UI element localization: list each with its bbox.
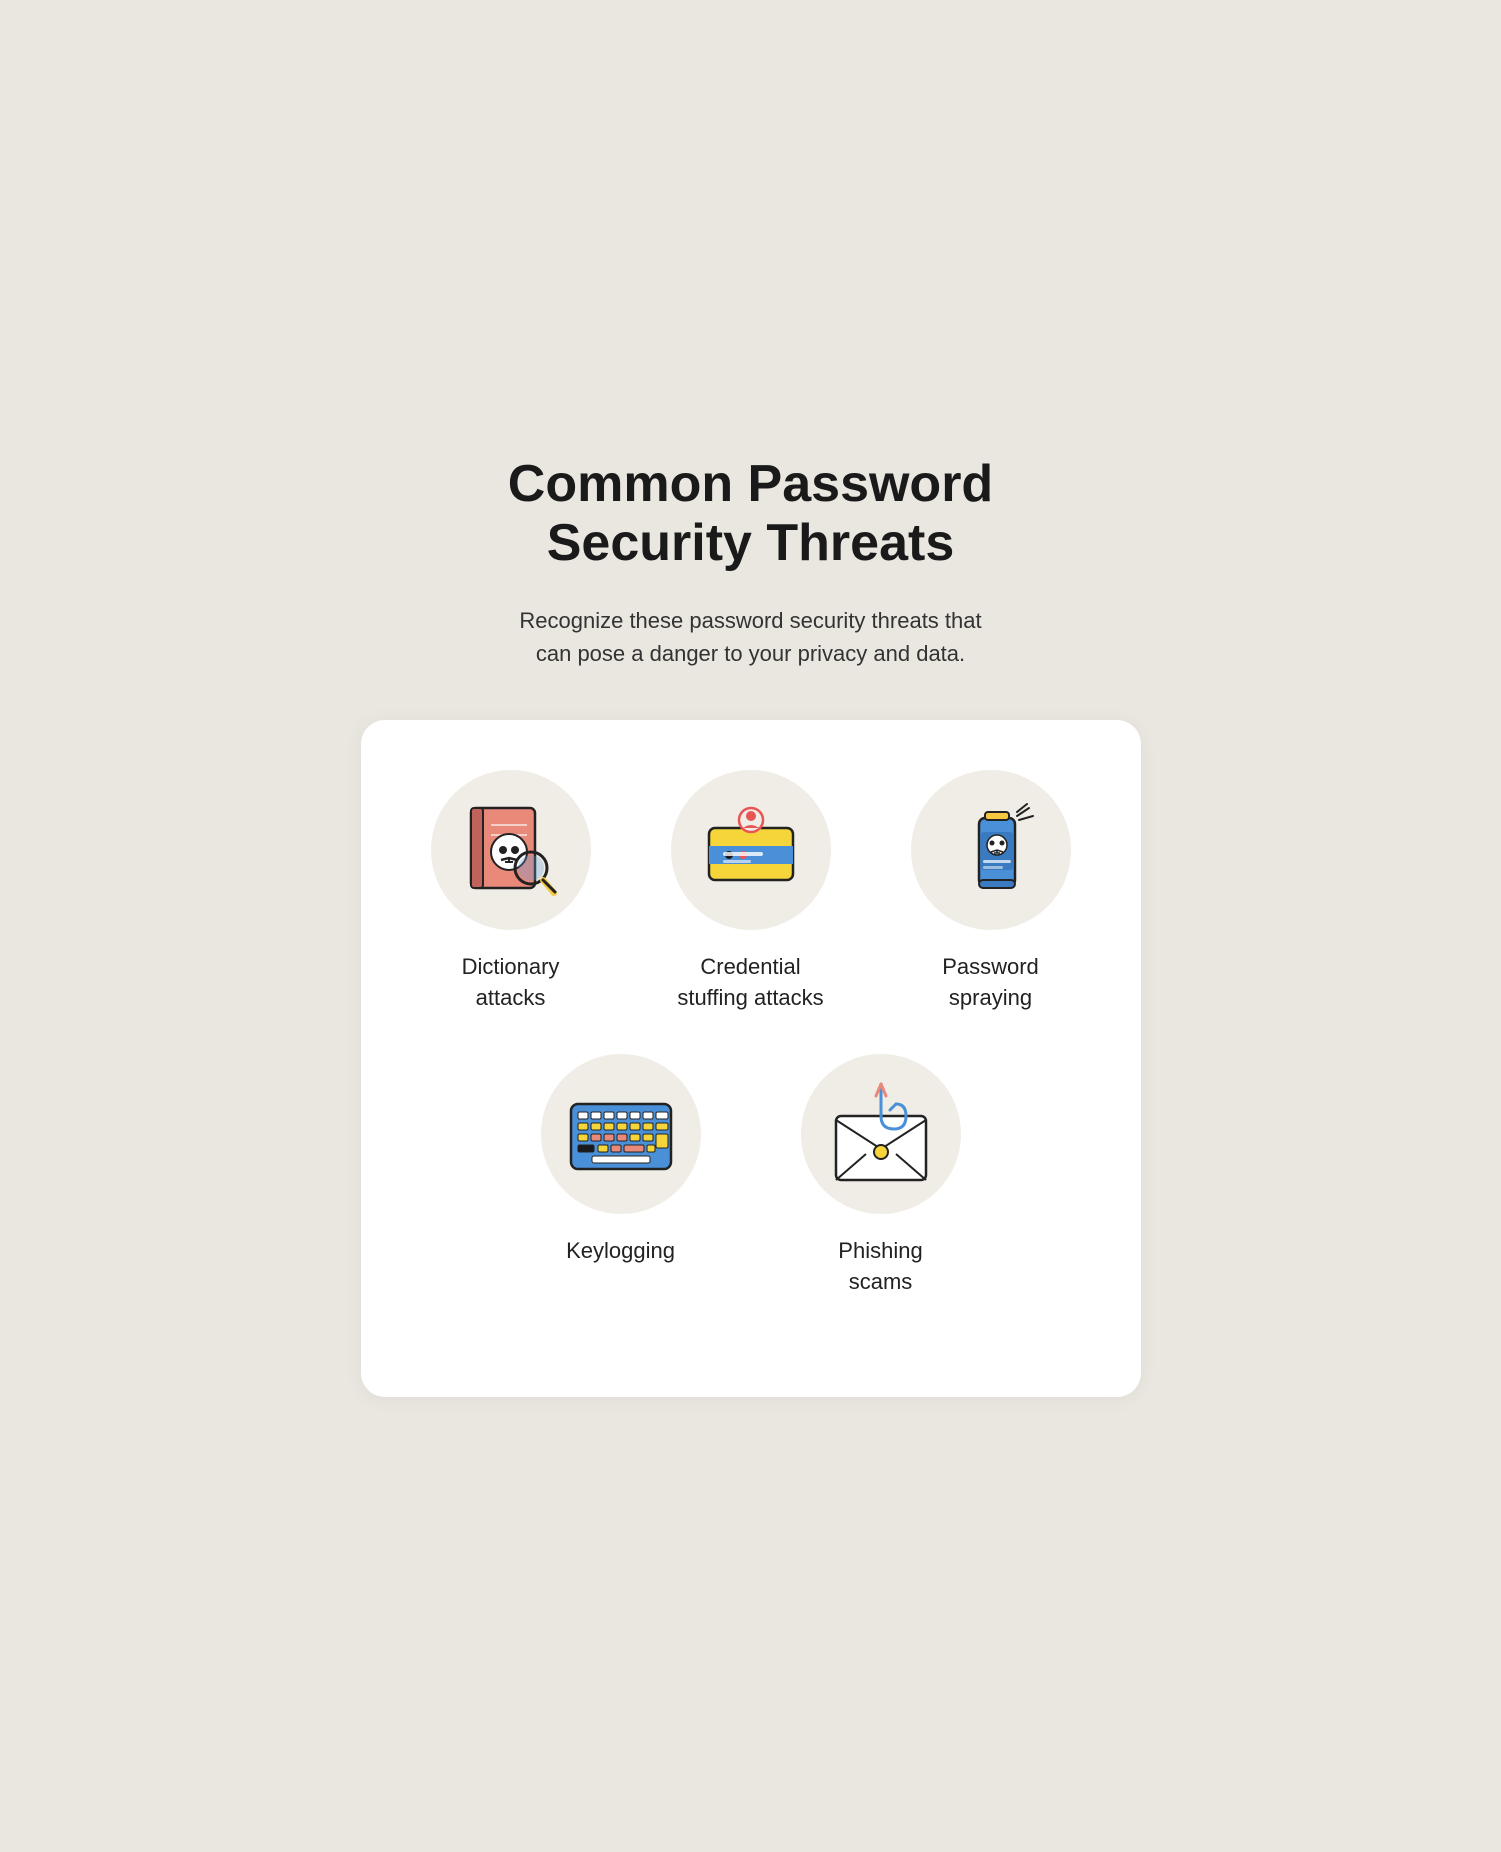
page-title: Common PasswordSecurity Threats xyxy=(361,455,1141,575)
credential-stuffing-icon xyxy=(691,790,811,910)
dictionary-attacks-label: Dictionaryattacks xyxy=(462,952,560,1014)
threat-item-spraying: Passwordspraying xyxy=(891,770,1091,1014)
page-subtitle: Recognize these password security threat… xyxy=(361,604,1141,670)
page-wrapper: Common PasswordSecurity Threats Recogniz… xyxy=(361,455,1141,1398)
threat-item-keylogging: Keylogging xyxy=(521,1054,721,1298)
keylogging-icon xyxy=(556,1074,686,1194)
dictionary-attacks-icon xyxy=(451,790,571,910)
password-spraying-icon xyxy=(931,790,1051,910)
dictionary-icon-circle xyxy=(431,770,591,930)
threat-item-dictionary: Dictionaryattacks xyxy=(411,770,611,1014)
password-spraying-label: Passwordspraying xyxy=(942,952,1039,1014)
phishing-scams-label: Phishingscams xyxy=(838,1236,922,1298)
threats-card: Dictionaryattacks xyxy=(361,720,1141,1397)
credential-icon-circle xyxy=(671,770,831,930)
keylogging-label: Keylogging xyxy=(566,1236,675,1267)
phishing-scams-icon xyxy=(816,1074,946,1194)
phishing-icon-circle xyxy=(801,1054,961,1214)
threats-row-1: Dictionaryattacks xyxy=(401,770,1101,1014)
threat-item-phishing: Phishingscams xyxy=(781,1054,981,1298)
spraying-icon-circle xyxy=(911,770,1071,930)
threat-item-credential: Credentialstuffing attacks xyxy=(651,770,851,1014)
threats-row-2: Keylogging xyxy=(401,1054,1101,1298)
credential-stuffing-label: Credentialstuffing attacks xyxy=(677,952,823,1014)
keylogging-icon-circle xyxy=(541,1054,701,1214)
